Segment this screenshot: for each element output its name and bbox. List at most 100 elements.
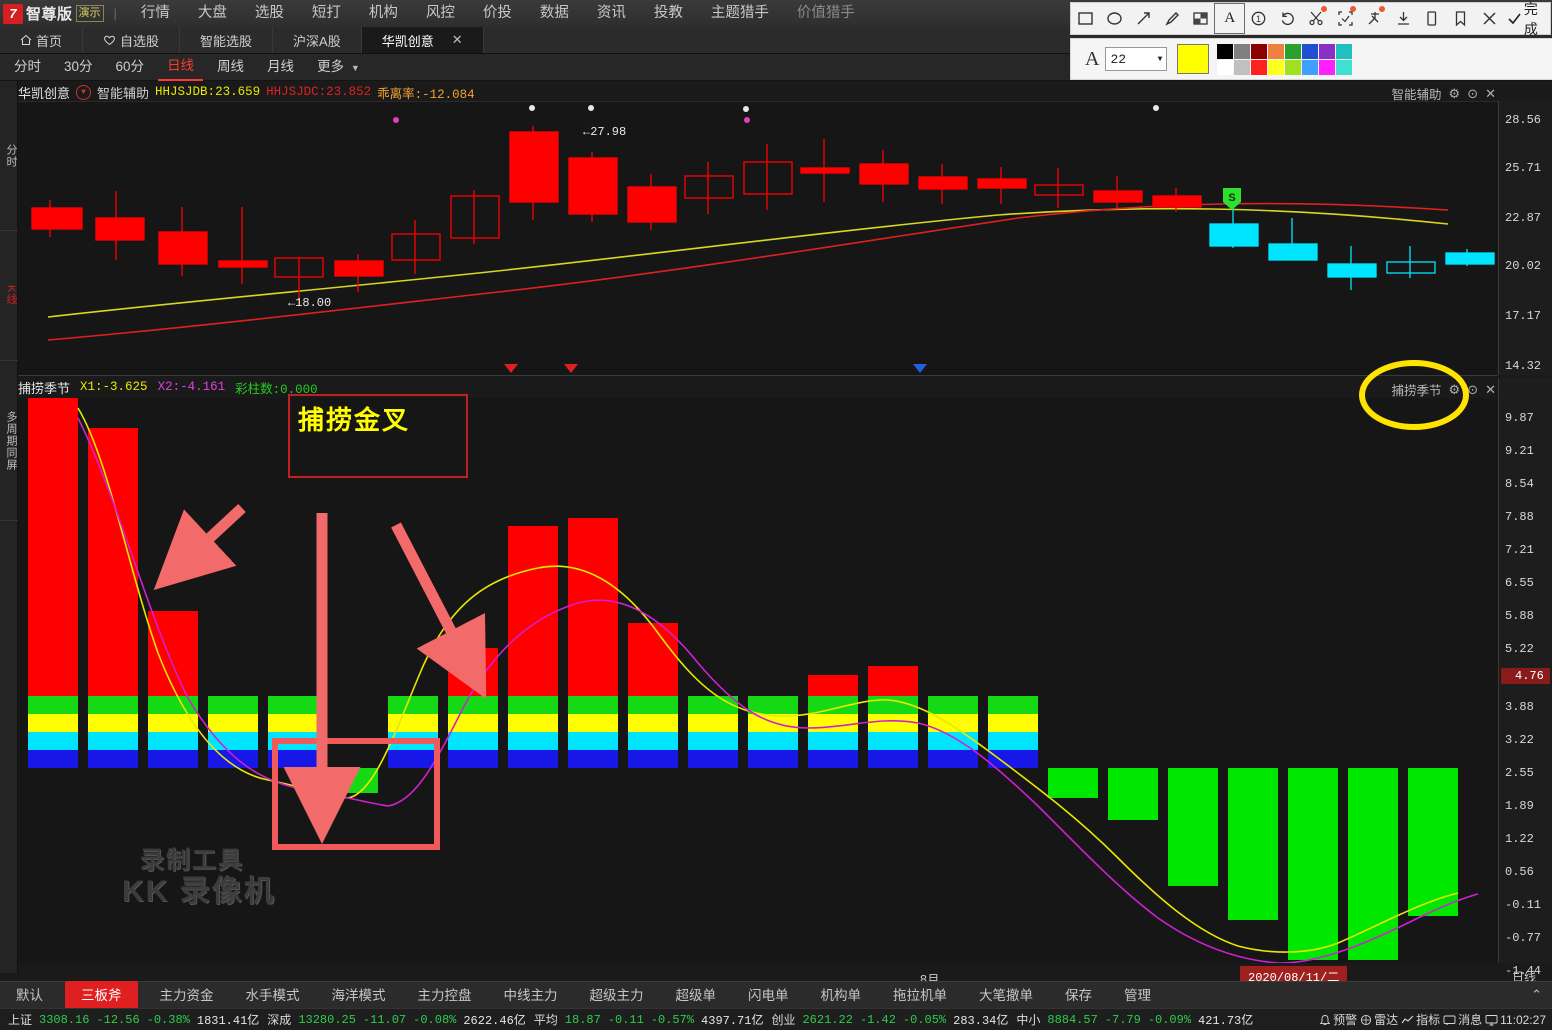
panel-divider[interactable] — [18, 375, 1498, 376]
annotation-circle[interactable] — [1359, 360, 1469, 430]
menu-item-xuangu[interactable]: 选股 — [241, 0, 298, 27]
palette-swatch[interactable] — [1302, 43, 1319, 59]
menu-item-zhutilieshou[interactable]: 主题猎手 — [697, 0, 783, 27]
mobile-tool-icon[interactable] — [1418, 4, 1447, 33]
radar-button[interactable]: 雷达 — [1360, 1011, 1398, 1028]
menu-item-zixun[interactable]: 资讯 — [583, 0, 640, 27]
bottom-item-zhongxianzhuli[interactable]: 中线主力 — [488, 983, 574, 1008]
palette-swatch[interactable] — [1217, 43, 1234, 59]
palette-swatch[interactable] — [1285, 59, 1302, 75]
gear-icon[interactable]: ⚙ — [1449, 86, 1461, 102]
candlestick-chart: S ←27.98 ←18.00 — [31, 105, 1495, 373]
period-daily[interactable]: 日线 — [158, 53, 204, 81]
tab-huakai-chuangyi[interactable]: 华凯创意 ✕ — [361, 27, 484, 53]
color-palette[interactable] — [1217, 43, 1353, 75]
bottom-item-dabicedan[interactable]: 大笔撤单 — [963, 983, 1049, 1008]
palette-swatch[interactable] — [1268, 59, 1285, 75]
bottom-item-baocun[interactable]: 保存 — [1049, 983, 1108, 1008]
palette-swatch[interactable] — [1251, 43, 1268, 59]
palette-swatch[interactable] — [1336, 59, 1353, 75]
palette-swatch[interactable] — [1336, 43, 1353, 59]
menu-item-jiazhilieshou[interactable]: 价值猎手 — [783, 0, 869, 27]
clock-display: 11:02:27 — [1485, 1013, 1546, 1027]
palette-swatch[interactable] — [1319, 59, 1336, 75]
rail-item-multiperiod[interactable]: 多周期同屏 — [0, 361, 18, 521]
bottom-item-chaojizhuli[interactable]: 超级主力 — [574, 983, 660, 1008]
annotation-rectangle[interactable] — [272, 738, 440, 850]
bottom-item-zhuliziji[interactable]: 主力资金 — [144, 983, 230, 1008]
bottom-item-shuishoumoshi[interactable]: 水手模式 — [230, 983, 316, 1008]
menu-item-jiatou[interactable]: 价投 — [469, 0, 526, 27]
bottom-item-guanli[interactable]: 管理 — [1108, 983, 1167, 1008]
indicator-button[interactable]: 指标 — [1401, 1011, 1440, 1028]
alert-button[interactable]: 预警 — [1319, 1011, 1357, 1028]
message-button[interactable]: 消息 — [1443, 1011, 1482, 1028]
period-fenshi[interactable]: 分时 — [5, 54, 50, 80]
price-axis-tick: 28.56 — [1505, 113, 1542, 127]
bottom-item-sanbanfu[interactable]: 三板斧 — [65, 980, 138, 1010]
annotation-textbox[interactable]: 捕捞金叉 — [288, 394, 468, 478]
menu-item-hangqing[interactable]: 行情 — [127, 0, 184, 27]
pin-tool-icon[interactable] — [1360, 4, 1389, 33]
annotation-done-button[interactable]: 完成 — [1504, 0, 1550, 39]
menu-item-shuju[interactable]: 数据 — [526, 0, 583, 27]
histogram-bar — [688, 696, 738, 768]
close-icon[interactable]: ✕ — [1485, 86, 1496, 102]
ocr-tool-icon[interactable] — [1331, 4, 1360, 33]
current-color-swatch[interactable] — [1177, 44, 1210, 74]
download-tool-icon[interactable] — [1389, 4, 1418, 33]
palette-swatch[interactable] — [1251, 59, 1268, 75]
period-weekly[interactable]: 周线 — [208, 54, 253, 80]
palette-swatch[interactable] — [1234, 43, 1251, 59]
cut-tool-icon[interactable] — [1302, 4, 1331, 33]
bottom-item-tuolajidan[interactable]: 拖拉机单 — [877, 983, 963, 1008]
period-monthly[interactable]: 月线 — [258, 54, 303, 80]
bottom-item-zhulikongpan[interactable]: 主力控盘 — [402, 983, 488, 1008]
tab-a-shares[interactable]: 沪深A股 — [273, 27, 362, 53]
menu-item-toujiao[interactable]: 投教 — [640, 0, 697, 27]
palette-swatch[interactable] — [1217, 59, 1234, 75]
bottom-item-default[interactable]: 默认 — [0, 983, 59, 1008]
price-axis-tick: 25.71 — [1505, 161, 1542, 175]
rail-item-kline[interactable]: K线 — [0, 231, 18, 361]
text-tool-icon[interactable]: A — [1214, 3, 1246, 34]
price-marker-2798: ←27.98 — [583, 125, 626, 139]
menu-item-dapan[interactable]: 大盘 — [184, 0, 241, 27]
palette-swatch[interactable] — [1302, 59, 1319, 75]
rail-item-fenshi[interactable]: 分时 — [0, 81, 18, 231]
palette-swatch[interactable] — [1234, 59, 1251, 75]
bookmark-tool-icon[interactable] — [1446, 4, 1475, 33]
font-size-select[interactable]: 22 ▼ — [1105, 47, 1168, 71]
undo-tool-icon[interactable] — [1273, 4, 1302, 33]
close-icon[interactable]: ✕ — [1485, 382, 1496, 398]
number-tool-icon[interactable]: 1 — [1244, 4, 1273, 33]
bottom-item-haiyangmoshi[interactable]: 海洋模式 — [316, 983, 402, 1008]
palette-swatch[interactable] — [1285, 43, 1302, 59]
palette-swatch[interactable] — [1319, 43, 1336, 59]
index-amount-shangzheng: 1831.41亿 — [196, 1014, 260, 1028]
period-60min[interactable]: 60分 — [107, 54, 154, 80]
period-30min[interactable]: 30分 — [55, 54, 102, 80]
menu-item-jigou[interactable]: 机构 — [355, 0, 412, 27]
bottom-item-chaojidan[interactable]: 超级单 — [660, 983, 733, 1008]
pen-tool-icon[interactable] — [1158, 4, 1187, 33]
menu-item-fengkong[interactable]: 风控 — [412, 0, 469, 27]
mosaic-tool-icon[interactable] — [1187, 4, 1216, 33]
tab-home[interactable]: 首页 — [0, 27, 84, 53]
tab-smart-picker[interactable]: 智能选股 — [180, 27, 274, 53]
tab-close-icon[interactable]: ✕ — [452, 32, 463, 48]
chevron-up-icon[interactable]: ⌃ — [1531, 987, 1552, 1003]
help-icon[interactable]: ⊙ — [1467, 86, 1478, 102]
chevron-down-icon[interactable]: ▼ — [76, 84, 92, 100]
bottom-item-shandiandan[interactable]: 闪电单 — [732, 983, 805, 1008]
price-chart-panel[interactable]: S ←27.98 ←18.00 — [18, 101, 1498, 375]
period-more[interactable]: 更多 ▼ — [308, 54, 369, 81]
tab-watchlist[interactable]: 自选股 — [83, 27, 181, 53]
menu-item-duanda[interactable]: 短打 — [298, 0, 355, 27]
ellipse-tool-icon[interactable] — [1100, 4, 1129, 33]
palette-swatch[interactable] — [1268, 43, 1285, 59]
bottom-item-jigoudan[interactable]: 机构单 — [805, 983, 878, 1008]
arrow-tool-icon[interactable] — [1129, 4, 1158, 33]
cancel-tool-icon[interactable] — [1475, 4, 1504, 33]
rect-tool-icon[interactable] — [1071, 4, 1100, 33]
